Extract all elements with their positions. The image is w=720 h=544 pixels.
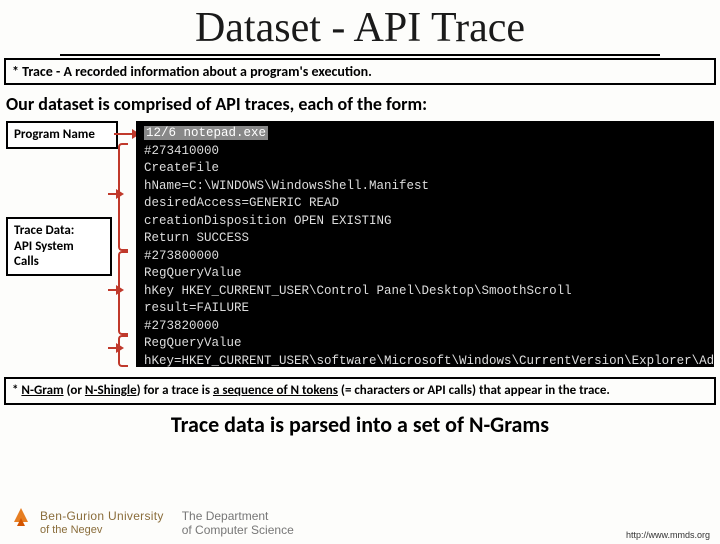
code-block: 12/6 notepad.exe #273410000 CreateFile h… [136,121,714,367]
code-first-line: 12/6 notepad.exe [144,126,268,140]
ngram-sequence: a sequence of N tokens [213,383,338,398]
arrow-icon [108,289,118,291]
ngram-term: N-Gram [21,383,63,398]
definition-sep: - [53,63,64,80]
program-name-label: Program Name [6,121,118,149]
ngram-definition-box: * N-Gram (or N-Shingle) for a trace is a… [4,377,716,405]
code-body: #273410000 CreateFile hName=C:\WINDOWS\W… [144,144,714,368]
trace-definition-box: * Trace - A recorded information about a… [4,58,716,85]
definition-term: * Trace [12,63,53,80]
bgu-logo-icon [8,508,34,538]
bottom-statement: Trace data is parsed into a set of N-Gra… [0,411,720,438]
department-name: The Department of Computer Science [182,509,294,538]
dataset-subtitle: Our dataset is comprised of API traces, … [6,93,714,115]
arrow-icon [108,193,118,195]
source-url: http://www.mmds.org [626,530,710,540]
trace-diagram: Program Name Trace Data: API System Call… [6,121,714,371]
arrow-icon [108,347,118,349]
trace-data-label: Trace Data: API System Calls [6,217,112,276]
arrow-icon [114,133,134,135]
university-name: Ben-Gurion University of the Negev [40,510,164,535]
slide-title: Dataset - API Trace [60,4,660,56]
definition-text: A recorded information about a program's… [63,63,371,80]
nshingle-term: N-Shingle [85,383,137,398]
footer: Ben-Gurion University of the Negev The D… [0,502,720,544]
